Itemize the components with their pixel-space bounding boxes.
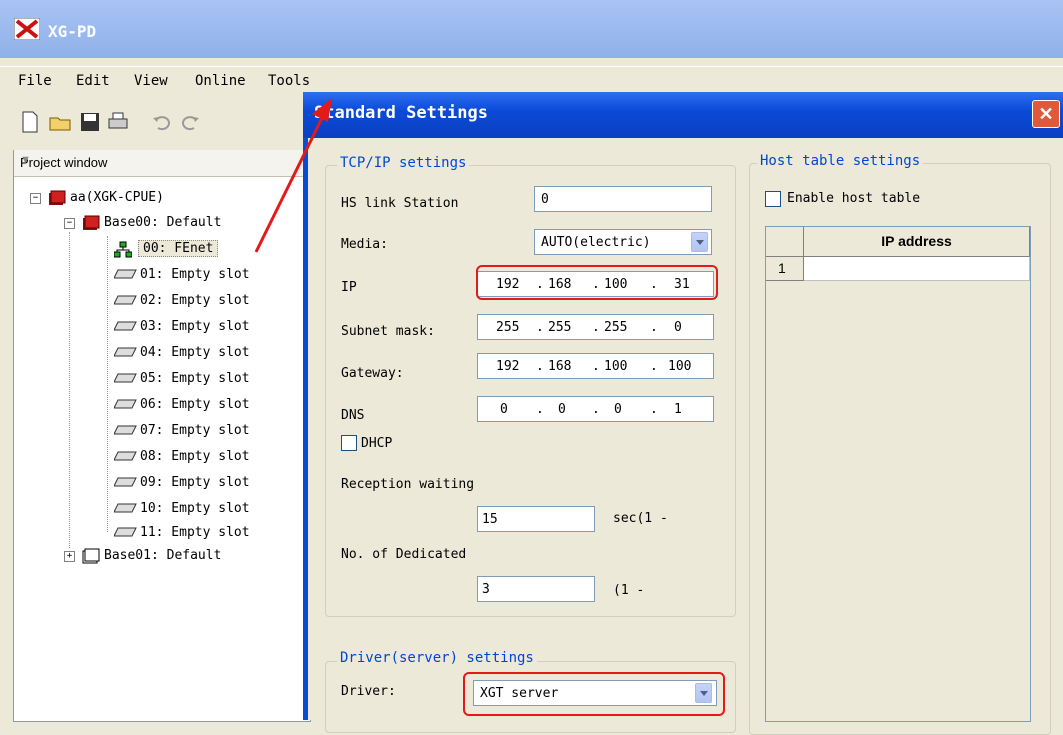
driver-label: Driver: — [341, 684, 396, 699]
ip-highlight-box — [476, 265, 718, 300]
hs-link-input[interactable]: 0 — [534, 186, 712, 212]
empty-slot-icon — [114, 399, 137, 409]
tree-base01-label: Base01: Default — [104, 548, 222, 563]
hs-link-label: HS link Station — [341, 196, 459, 211]
new-file-icon[interactable] — [18, 110, 42, 134]
gateway-field[interactable]: 192. 168. 100. 100 — [477, 353, 714, 379]
table-corner — [766, 227, 804, 257]
reception-waiting-label: Reception waiting — [341, 477, 475, 492]
network-module-icon — [114, 241, 132, 258]
save-icon[interactable] — [78, 110, 102, 134]
menu-tools[interactable]: Tools — [268, 73, 310, 89]
ip-address-cell[interactable] — [804, 257, 1030, 281]
annotation-arrow — [254, 98, 332, 253]
subnet-field[interactable]: 255. 255. 255. 0 — [477, 314, 714, 340]
tree-slot-03-label: 03: Empty slot — [140, 319, 250, 334]
ip-address-header: IP address — [804, 227, 1030, 257]
menu-bar: File Edit View Online Tools — [0, 66, 1063, 95]
tree-slot-01-label: 01: Empty slot — [140, 267, 250, 282]
base-rack-icon — [83, 215, 100, 230]
close-icon[interactable]: ✕ — [1032, 100, 1060, 128]
tree-slot-00-label: 00: FEnet — [138, 240, 219, 257]
print-icon[interactable] — [106, 110, 130, 134]
redo-icon[interactable] — [178, 110, 202, 134]
dhcp-label: DHCP — [361, 436, 393, 451]
main-title-bar — [0, 0, 1063, 58]
tree-slot-04-label: 04: Empty slot — [140, 345, 250, 360]
chevron-down-icon[interactable] — [691, 232, 708, 252]
open-folder-icon[interactable] — [48, 110, 72, 134]
empty-slot-icon — [114, 373, 137, 383]
dns-label: DNS — [341, 408, 365, 423]
empty-slot-icon — [114, 269, 137, 279]
tree-slot-11-label: 11: Empty slot — [140, 525, 250, 540]
empty-slot-icon — [114, 477, 137, 487]
tcpip-legend: TCP/IP settings — [337, 155, 470, 171]
plc-cpu-icon — [49, 190, 66, 205]
row-number: 1 — [766, 257, 804, 281]
empty-slot-icon — [114, 451, 137, 461]
empty-slot-icon — [114, 347, 137, 357]
menu-view[interactable]: View — [134, 73, 168, 89]
host-table[interactable]: IP address 1 — [765, 226, 1031, 722]
empty-slot-icon — [114, 321, 137, 331]
reception-waiting-input[interactable]: 15 — [477, 506, 595, 532]
app-logo-icon — [14, 18, 40, 40]
dedicated-input[interactable]: 3 — [477, 576, 595, 602]
gateway-label: Gateway: — [341, 366, 404, 381]
expand-icon[interactable]: + — [64, 551, 75, 562]
reception-unit: sec(1 - — [613, 511, 668, 526]
empty-slot-icon — [114, 295, 137, 305]
empty-slot-icon — [114, 503, 137, 513]
tree-base00-label: Base00: Default — [104, 215, 222, 230]
dns-field[interactable]: 0. 0. 0. 1 — [477, 396, 714, 422]
tree-slot-02-label: 02: Empty slot — [140, 293, 250, 308]
tree-line — [107, 236, 108, 532]
subnet-label: Subnet mask: — [341, 324, 435, 339]
tree-slot-09-label: 09: Empty slot — [140, 475, 250, 490]
ip-label: IP — [341, 280, 357, 295]
collapse-icon[interactable]: − — [30, 193, 41, 204]
tree-slot-08-label: 08: Empty slot — [140, 449, 250, 464]
tree-root-label: aa(XGK-CPUE) — [70, 190, 164, 205]
undo-icon[interactable] — [150, 110, 174, 134]
tree-line — [69, 232, 70, 548]
empty-slot-icon — [114, 425, 137, 435]
dhcp-checkbox[interactable] — [341, 435, 357, 451]
menu-online[interactable]: Online — [195, 73, 246, 89]
dedicated-label: No. of Dedicated — [341, 547, 467, 562]
media-select[interactable]: AUTO(electric) — [534, 229, 712, 255]
driver-legend: Driver(server) settings — [337, 650, 537, 666]
tree-slot-10-label: 10: Empty slot — [140, 501, 250, 516]
enable-host-table-label: Enable host table — [787, 191, 921, 206]
empty-slot-icon — [114, 527, 137, 537]
dialog-title: Standard Settings — [314, 103, 488, 123]
menu-file[interactable]: File — [18, 73, 52, 89]
menu-edit[interactable]: Edit — [76, 73, 110, 89]
base-rack-icon — [82, 548, 100, 564]
tree-slot-07-label: 07: Empty slot — [140, 423, 250, 438]
tree-slot-05-label: 05: Empty slot — [140, 371, 250, 386]
enable-host-table-checkbox[interactable] — [765, 191, 781, 207]
dedicated-unit: (1 - — [613, 583, 645, 598]
media-label: Media: — [341, 237, 388, 252]
collapse-icon[interactable]: − — [64, 218, 75, 229]
driver-highlight-box — [463, 672, 725, 716]
app-title: XG-PD — [48, 22, 97, 41]
tree-slot-06-label: 06: Empty slot — [140, 397, 250, 412]
host-legend: Host table settings — [757, 153, 924, 169]
